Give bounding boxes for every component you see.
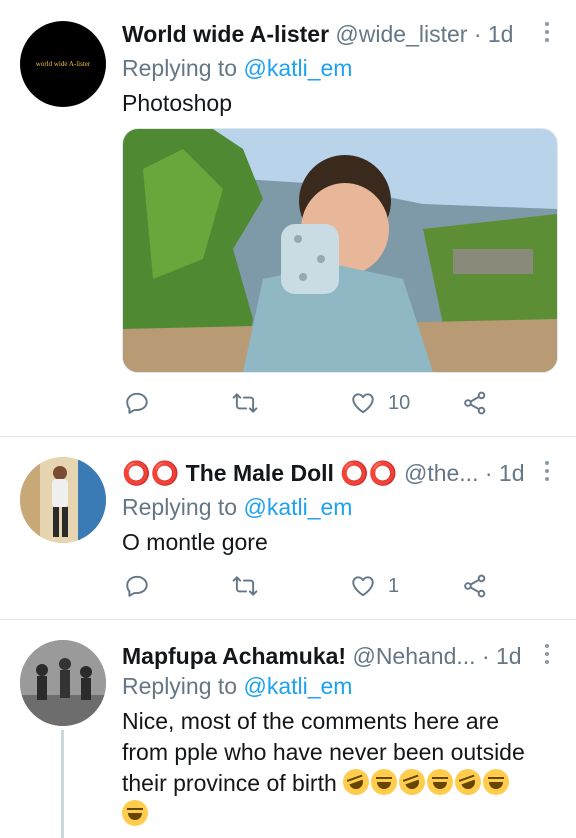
reply-mention-link[interactable]: @katli_em [243,494,352,520]
tweet-text-emoji-line [122,799,546,830]
more-icon[interactable] [544,22,550,46]
thread-line [61,730,64,838]
rofl-emoji [451,765,485,799]
reply-mention-link[interactable]: @katli_em [243,673,352,699]
avatar-logo-text: world wide A-lister [35,60,91,68]
tweet-1[interactable]: world wide A-lister World wide A-lister … [0,0,576,436]
tweet-actions: 10 [122,383,502,423]
timestamp[interactable]: · 1d [485,460,525,486]
photo-image [123,129,557,372]
tweet-text: O montle gore [122,529,268,555]
tweet-actions: 1 [122,566,502,606]
tweet-photo[interactable] [122,128,558,373]
rofl-emoji [339,765,373,799]
retweet-icon [232,393,258,413]
handle[interactable]: @the... [404,460,479,486]
share-icon [464,574,486,598]
like-button[interactable]: 1 [350,566,399,606]
avatar-image [20,640,106,726]
share-button[interactable] [462,383,488,423]
reply-button[interactable] [124,566,150,606]
tweet-header: Mapfupa Achamuka! @Nehand... · 1d [122,639,546,673]
rofl-emoji [395,765,429,799]
heart-icon [352,576,374,597]
display-name[interactable]: Mapfupa Achamuka! [122,643,346,669]
tweet-text-line-with-emoji: their province of birth [122,765,546,799]
retweet-button[interactable] [232,383,258,423]
joy-emoji [483,769,510,795]
replying-label: Replying to [122,494,238,520]
reply-icon [126,392,148,414]
tweet-text-line: their province of birth [122,770,337,796]
tweet-3[interactable]: Mapfupa Achamuka! @Nehand... · 1d Replyi… [0,620,576,838]
joy-emoji [371,769,398,795]
tweet-text: Nice, most of the comments here are from… [122,706,546,830]
avatar-image [20,457,106,543]
reply-button[interactable] [124,383,150,423]
tweet-header: World wide A-lister @wide_lister · 1d [122,17,546,51]
share-icon [464,391,486,415]
tweet-text-line: from pple who have never been outside [122,739,525,765]
retweet-button[interactable] [232,566,258,606]
reply-mention-link[interactable]: @katli_em [243,55,352,81]
tweet-text-line: Nice, most of the comments here are [122,708,500,734]
joy-emoji [427,769,454,795]
replying-label: Replying to [122,55,238,81]
tweet-text: Photoshop [122,90,232,116]
replying-to: Replying to @katli_em [122,671,352,701]
more-icon[interactable] [544,461,550,485]
share-button[interactable] [462,566,488,606]
retweet-icon [232,576,258,596]
like-count: 1 [388,574,400,597]
timestamp[interactable]: · 1d [482,643,522,669]
like-button[interactable]: 10 [350,383,410,423]
handle[interactable]: @Nehand... [352,643,475,669]
heart-icon [352,393,374,414]
avatar[interactable]: world wide A-lister [20,21,106,107]
replying-to: Replying to @katli_em [122,53,352,83]
joy-emoji [122,800,148,826]
avatar[interactable] [20,640,106,726]
replying-label: Replying to [122,673,238,699]
more-icon[interactable] [544,644,550,668]
handle[interactable]: @wide_lister [335,21,467,47]
avatar[interactable] [20,457,106,543]
display-name[interactable]: World wide A-lister [122,21,329,47]
display-name[interactable]: ⭕⭕ The Male Doll ⭕⭕ [122,460,398,486]
tweet-header: ⭕⭕ The Male Doll ⭕⭕ @the... · 1d [122,456,546,490]
like-count: 10 [388,391,411,414]
tweet-2[interactable]: ⭕⭕ The Male Doll ⭕⭕ @the... · 1d Replyin… [0,437,576,619]
reply-icon [126,575,148,597]
timestamp[interactable]: · 1d [474,21,514,47]
replying-to: Replying to @katli_em [122,492,352,522]
